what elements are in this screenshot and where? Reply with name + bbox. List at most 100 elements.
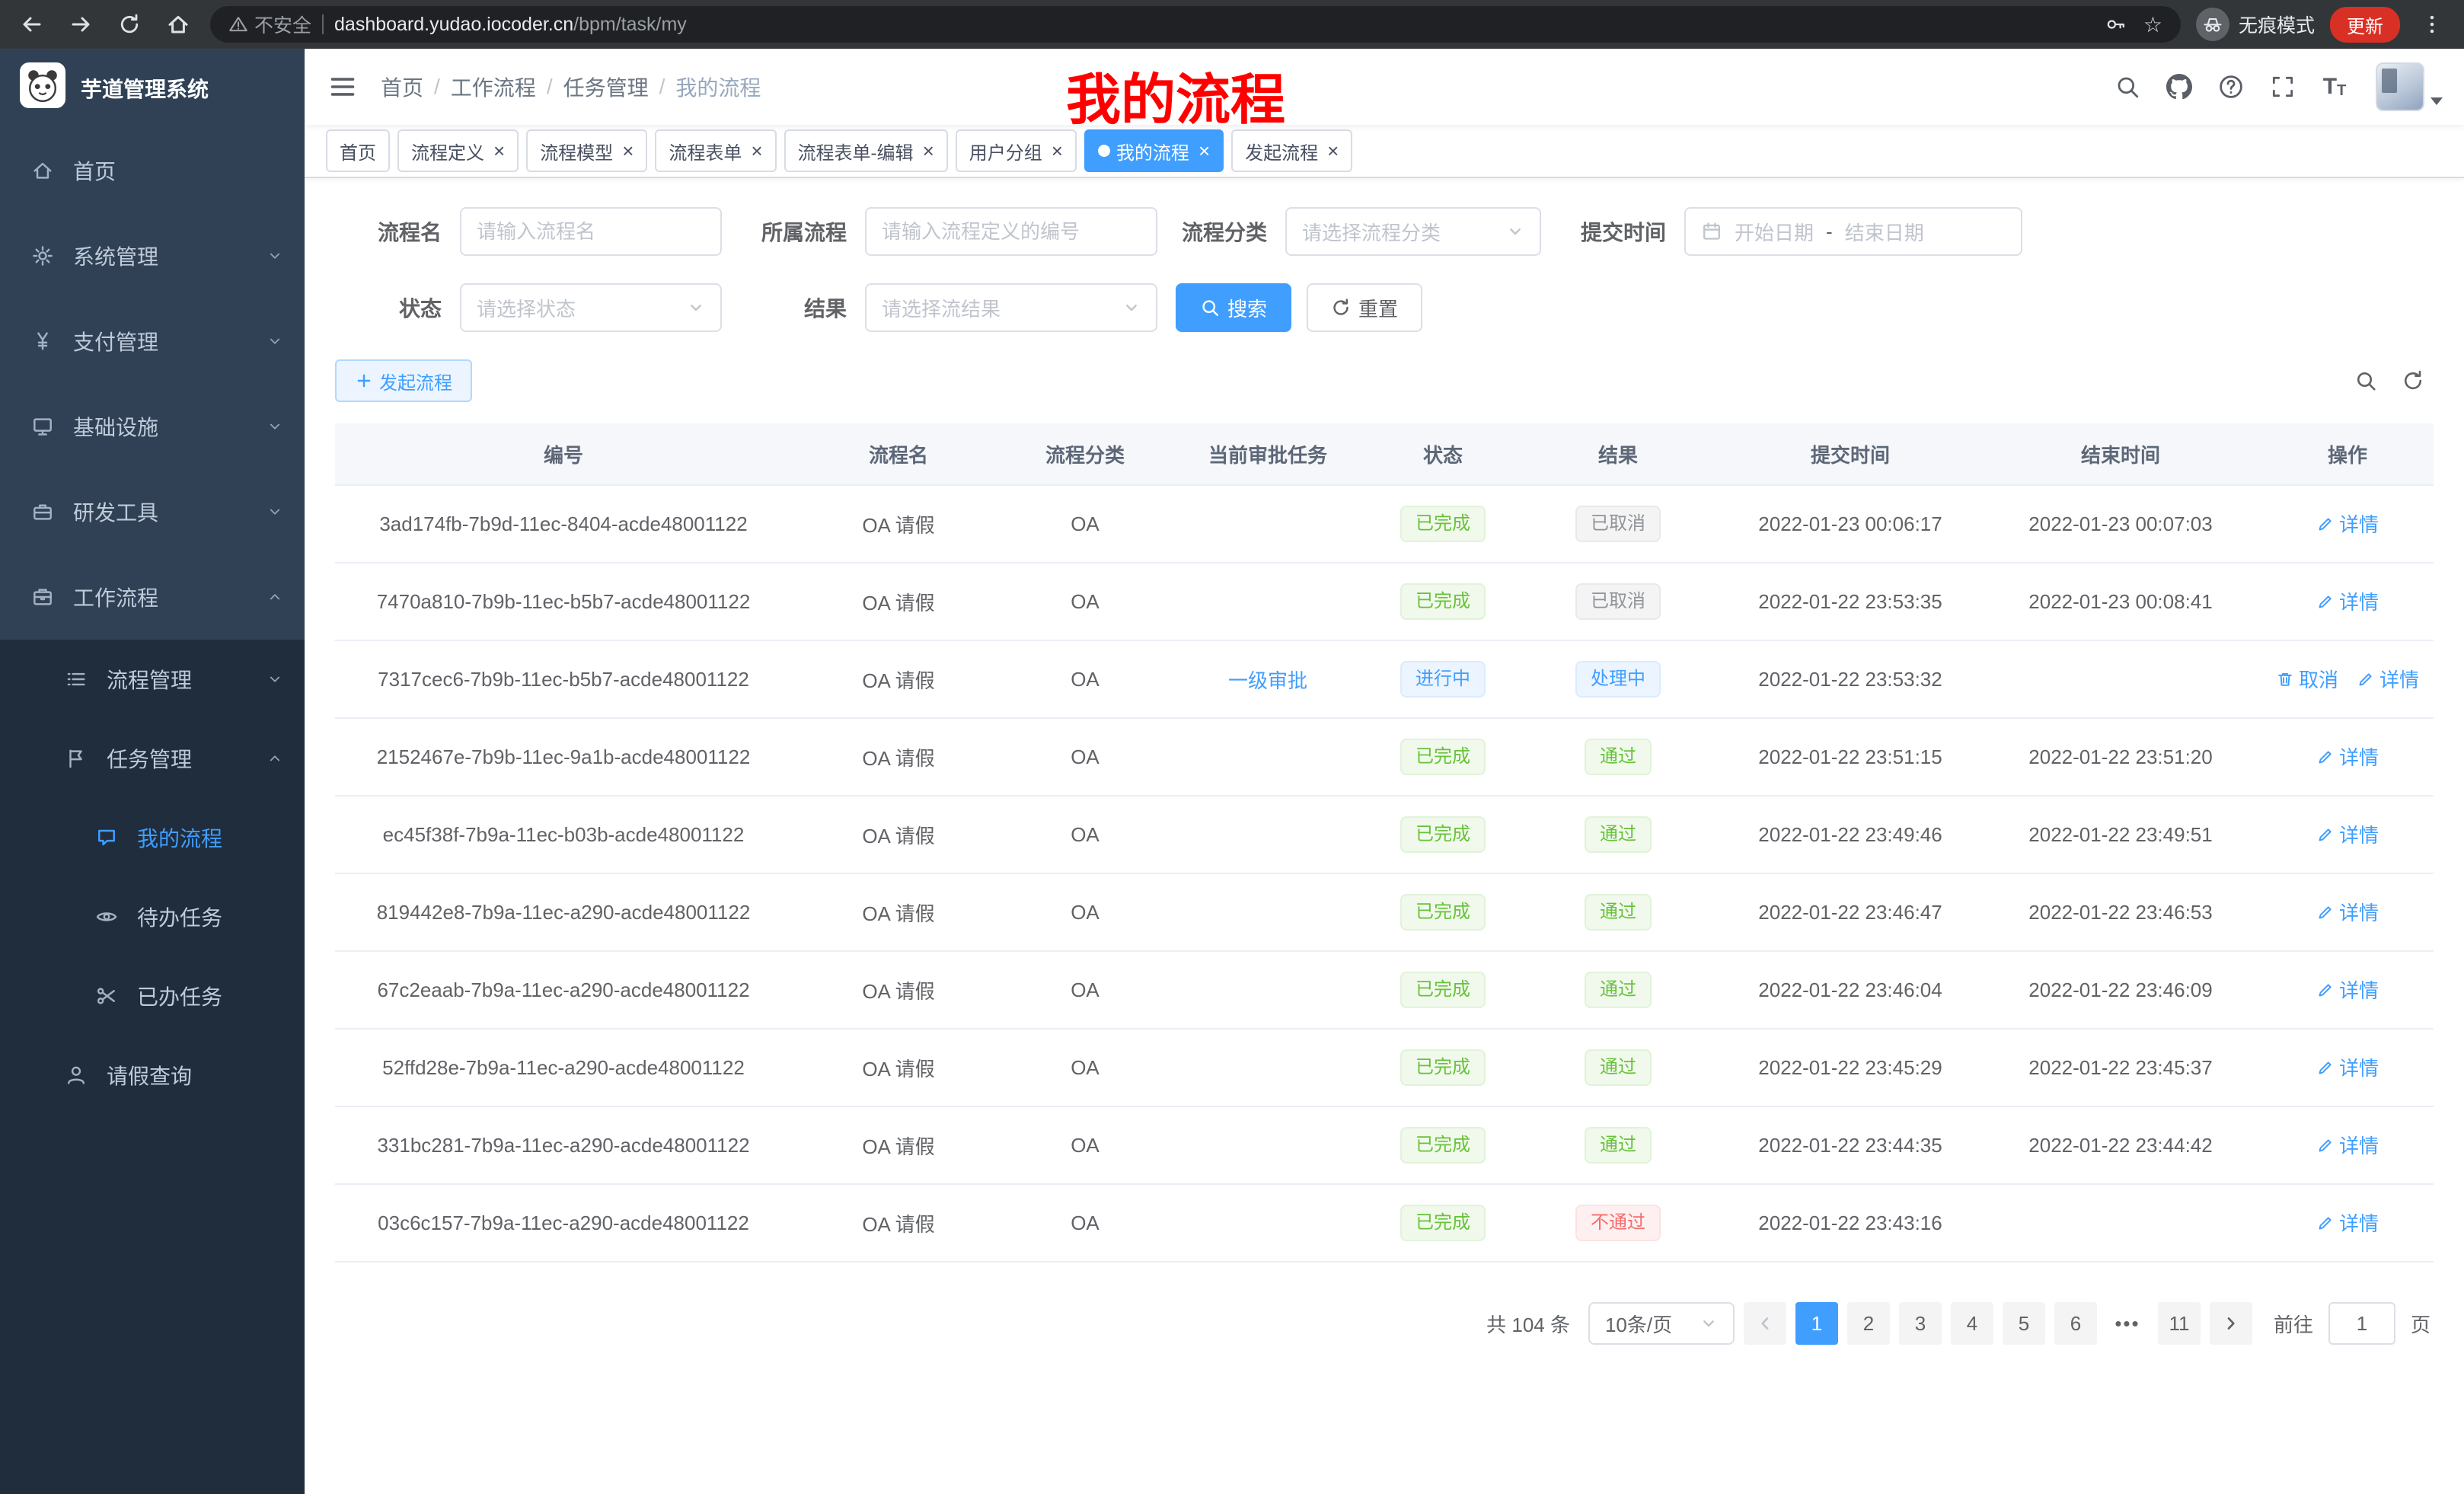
- cell-result: 通过: [1515, 796, 1721, 873]
- hamburger-icon[interactable]: [305, 73, 381, 101]
- submit-time-range-picker[interactable]: 开始日期 - 结束日期: [1684, 207, 2022, 256]
- cell-end-time: 2022-01-22 23:44:42: [1980, 1106, 2261, 1184]
- breadcrumb-item-工作流程[interactable]: 工作流程: [451, 72, 536, 102]
- cell-id: 52ffd28e-7b9a-11ec-a290-acde48001122: [335, 1029, 792, 1106]
- sidebar-item-已办任务[interactable]: 已办任务: [0, 956, 305, 1036]
- detail-link[interactable]: 详情: [2316, 509, 2379, 538]
- sidebar-item-首页[interactable]: 首页: [0, 128, 305, 213]
- sidebar-item-流程管理[interactable]: 流程管理: [0, 640, 305, 719]
- tab-流程定义[interactable]: 流程定义×: [397, 129, 519, 172]
- detail-link[interactable]: 详情: [2316, 820, 2379, 848]
- parent-process-input[interactable]: [865, 207, 1157, 256]
- status-label: 状态: [335, 292, 442, 323]
- help-icon[interactable]: [2211, 67, 2251, 107]
- page-button-3[interactable]: 3: [1899, 1302, 1942, 1345]
- home-icon: [30, 159, 55, 182]
- prev-page-button[interactable]: [1744, 1302, 1786, 1345]
- sidebar-item-系统管理[interactable]: 系统管理: [0, 213, 305, 298]
- detail-link[interactable]: 详情: [2316, 1131, 2379, 1159]
- chevron-down-icon: [1506, 222, 1524, 241]
- page-size-select[interactable]: 10条/页: [1588, 1302, 1735, 1345]
- detail-link[interactable]: 详情: [2316, 742, 2379, 771]
- tab-流程模型[interactable]: 流程模型×: [526, 129, 647, 172]
- refresh-table-icon[interactable]: [2402, 369, 2424, 392]
- sidebar-item-我的流程[interactable]: 我的流程: [0, 798, 305, 877]
- tab-发起流程[interactable]: 发起流程×: [1231, 129, 1352, 172]
- process-name-input[interactable]: [460, 207, 722, 256]
- detail-link[interactable]: 详情: [2316, 587, 2379, 615]
- current-task-link[interactable]: 一级审批: [1228, 669, 1307, 692]
- breadcrumb-item-首页[interactable]: 首页: [381, 72, 423, 102]
- tab-用户分组[interactable]: 用户分组×: [956, 129, 1077, 172]
- home-icon[interactable]: [161, 8, 195, 41]
- sidebar-item-基础设施[interactable]: 基础设施: [0, 384, 305, 469]
- cell-category: OA: [1005, 640, 1165, 718]
- password-key-icon[interactable]: [2099, 8, 2133, 41]
- cell-result: 处理中: [1515, 640, 1721, 718]
- page-button-5[interactable]: 5: [2003, 1302, 2045, 1345]
- page-button-4[interactable]: 4: [1951, 1302, 1993, 1345]
- tab-我的流程[interactable]: 我的流程×: [1084, 129, 1224, 172]
- page-button-2[interactable]: 2: [1847, 1302, 1890, 1345]
- sidebar-item-请假查询[interactable]: 请假查询: [0, 1036, 305, 1115]
- goto-page-input[interactable]: [2328, 1302, 2395, 1345]
- reload-icon[interactable]: [113, 8, 146, 41]
- category-select[interactable]: 请选择流程分类: [1285, 207, 1541, 256]
- table-row: 3ad174fb-7b9d-11ec-8404-acde48001122OA 请…: [335, 485, 2434, 563]
- column-header-状态: 状态: [1371, 423, 1515, 485]
- cell-result: 已取消: [1515, 563, 1721, 640]
- sidebar-item-研发工具[interactable]: 研发工具: [0, 469, 305, 554]
- address-bar[interactable]: 不安全 dashboard.yudao.iocoder.cn/bpm/task/…: [210, 6, 2181, 43]
- omnibox-divider: [322, 14, 324, 34]
- forward-icon[interactable]: [64, 8, 97, 41]
- pagination-ellipsis[interactable]: •••: [2106, 1302, 2149, 1345]
- fullscreen-icon[interactable]: [2263, 67, 2303, 107]
- app-logo-row[interactable]: 芋道管理系统: [0, 49, 305, 128]
- next-page-button[interactable]: [2210, 1302, 2252, 1345]
- incognito-label: 无痕模式: [2239, 11, 2315, 38]
- close-icon[interactable]: ×: [751, 141, 762, 161]
- sidebar-item-待办任务[interactable]: 待办任务: [0, 877, 305, 956]
- status-select[interactable]: 请选择状态: [460, 283, 722, 332]
- close-icon[interactable]: ×: [622, 141, 634, 161]
- cell-submit-time: 2022-01-22 23:46:04: [1721, 951, 1980, 1029]
- page-button-6[interactable]: 6: [2054, 1302, 2097, 1345]
- detail-link[interactable]: 详情: [2316, 975, 2379, 1004]
- search-icon[interactable]: [2108, 67, 2147, 107]
- search-button[interactable]: 搜索: [1176, 283, 1291, 332]
- sidebar-item-任务管理[interactable]: 任务管理: [0, 719, 305, 798]
- close-icon[interactable]: ×: [1198, 141, 1210, 161]
- create-process-button[interactable]: 发起流程: [335, 359, 472, 402]
- close-icon[interactable]: ×: [923, 141, 934, 161]
- page-button-11[interactable]: 11: [2158, 1302, 2201, 1345]
- user-menu[interactable]: [2376, 62, 2443, 111]
- detail-link[interactable]: 详情: [2316, 1208, 2379, 1237]
- detail-link[interactable]: 详情: [2316, 1053, 2379, 1081]
- result-select[interactable]: 请选择流结果: [865, 283, 1157, 332]
- browser-menu-kebab-icon[interactable]: [2415, 8, 2449, 41]
- update-button[interactable]: 更新: [2330, 7, 2400, 43]
- close-icon[interactable]: ×: [1052, 141, 1063, 161]
- sidebar-item-工作流程[interactable]: 工作流程: [0, 554, 305, 640]
- tags-view-bar: 首页流程定义×流程模型×流程表单×流程表单-编辑×用户分组×我的流程×发起流程×: [305, 125, 2464, 178]
- cancel-link[interactable]: 取消: [2276, 665, 2338, 693]
- tab-流程表单[interactable]: 流程表单×: [655, 129, 776, 172]
- close-icon[interactable]: ×: [493, 141, 505, 161]
- github-icon[interactable]: [2159, 67, 2199, 107]
- toggle-search-icon[interactable]: [2354, 369, 2377, 392]
- reset-button[interactable]: 重置: [1307, 283, 1422, 332]
- font-size-icon[interactable]: TT: [2315, 67, 2354, 107]
- close-icon[interactable]: ×: [1327, 141, 1339, 161]
- detail-link[interactable]: 详情: [2357, 665, 2419, 693]
- back-icon[interactable]: [15, 8, 49, 41]
- bookmark-star-icon[interactable]: ☆: [2143, 12, 2162, 37]
- breadcrumb-item-任务管理[interactable]: 任务管理: [563, 72, 649, 102]
- cell-result: 通过: [1515, 1106, 1721, 1184]
- cell-end-time: [1980, 1184, 2261, 1262]
- tab-首页[interactable]: 首页: [326, 129, 390, 172]
- detail-link[interactable]: 详情: [2316, 898, 2379, 926]
- tab-流程表单-编辑[interactable]: 流程表单-编辑×: [784, 129, 948, 172]
- avatar: [2376, 62, 2424, 111]
- page-button-1[interactable]: 1: [1795, 1302, 1838, 1345]
- sidebar-item-支付管理[interactable]: 支付管理: [0, 298, 305, 384]
